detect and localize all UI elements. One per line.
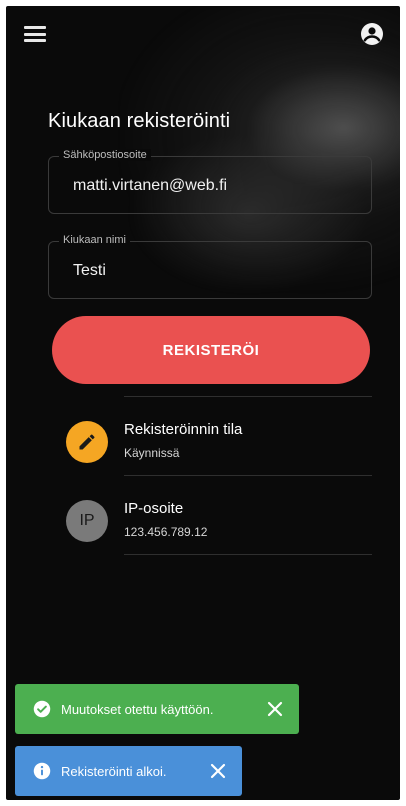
ip-address-row: IP IP-osoite 123.456.789.12	[6, 476, 400, 554]
info-circle-icon	[33, 762, 51, 780]
email-field-label: Sähköpostiosoite	[59, 149, 151, 161]
ip-address-title: IP-osoite	[124, 500, 184, 517]
ip-avatar: IP	[66, 500, 108, 542]
email-field[interactable]: Sähköpostiosoite matti.virtanen@web.fi	[48, 149, 372, 214]
ip-address-value: 123.456.789.12	[124, 525, 208, 539]
page-title: Kiukaan rekisteröinti	[48, 110, 231, 132]
info-toast-message: Rekisteröinti alkoi.	[61, 763, 167, 779]
register-button[interactable]: REKISTERÖI	[52, 316, 370, 384]
stove-name-field-label: Kiukaan nimi	[59, 234, 130, 246]
menu-icon[interactable]	[24, 26, 46, 42]
check-circle-icon	[33, 700, 51, 718]
app-screen: Kiukaan rekisteröinti Sähköpostiosoite m…	[6, 6, 400, 800]
stove-name-field-value[interactable]: Testi	[73, 262, 106, 280]
divider	[124, 554, 372, 555]
close-icon[interactable]	[267, 701, 283, 717]
account-circle-icon[interactable]	[360, 22, 384, 46]
email-field-value[interactable]: matti.virtanen@web.fi	[73, 177, 227, 195]
registration-status-row: Rekisteröinnin tila Käynnissä	[6, 397, 400, 475]
top-bar	[6, 6, 400, 62]
registration-status-value: Käynnissä	[124, 446, 180, 460]
success-toast: Muutokset otettu käyttöön.	[15, 684, 299, 734]
pencil-icon	[66, 421, 108, 463]
info-toast: Rekisteröinti alkoi.	[15, 746, 242, 796]
registration-status-title: Rekisteröinnin tila	[124, 421, 243, 438]
success-toast-message: Muutokset otettu käyttöön.	[61, 701, 214, 717]
close-icon[interactable]	[210, 763, 226, 779]
stove-name-field[interactable]: Kiukaan nimi Testi	[48, 234, 372, 299]
